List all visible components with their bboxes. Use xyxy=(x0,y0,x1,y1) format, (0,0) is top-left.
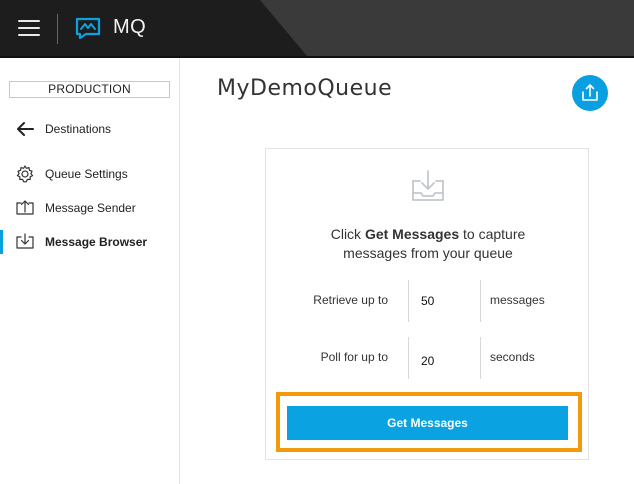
top-bar: MQ xyxy=(0,0,634,58)
top-bar-decoration xyxy=(260,0,634,58)
download-tray-icon xyxy=(16,233,34,249)
retrieve-unit: messages xyxy=(490,293,545,307)
page-title: MyDemoQueue xyxy=(217,76,393,101)
active-indicator xyxy=(0,230,3,254)
nav-item-label: Queue Settings xyxy=(45,167,128,181)
export-upload-icon xyxy=(582,84,598,101)
get-messages-button[interactable]: Get Messages xyxy=(287,406,568,440)
hint-suffix: to capture xyxy=(459,226,526,242)
field-divider xyxy=(408,280,409,322)
gear-icon xyxy=(16,165,34,183)
nav-item-label: Destinations xyxy=(45,122,112,136)
hint-prefix: Click xyxy=(330,226,365,242)
export-button[interactable] xyxy=(572,75,608,111)
mq-logo-icon xyxy=(75,17,101,40)
sidebar: PRODUCTION Destinations Queue Settings M… xyxy=(0,58,180,484)
arrow-left-icon xyxy=(17,122,34,136)
retrieve-row: Retrieve up to messages xyxy=(266,280,590,322)
sidebar-item-message-browser[interactable]: Message Browser xyxy=(0,230,179,254)
upload-tray-icon xyxy=(16,200,34,215)
nav-item-label: Message Browser xyxy=(45,235,148,249)
hint-line2: messages from your queue xyxy=(343,245,513,261)
hint-action: Get Messages xyxy=(364,226,460,242)
hamburger-line xyxy=(18,34,40,36)
poll-seconds-input[interactable] xyxy=(421,352,471,370)
app-brand: MQ xyxy=(113,16,147,38)
sidebar-item-queue-settings[interactable]: Queue Settings xyxy=(0,162,179,186)
poll-unit: seconds xyxy=(490,350,535,364)
sidebar-item-message-sender[interactable]: Message Sender xyxy=(0,196,179,220)
inbox-download-icon xyxy=(412,170,444,201)
nav-item-label: Message Sender xyxy=(45,201,136,215)
retrieve-label: Retrieve up to xyxy=(313,293,388,307)
capture-hint: Click Get Messages to capture messages f… xyxy=(266,225,590,263)
header-divider xyxy=(57,14,58,44)
field-divider xyxy=(480,337,481,379)
retrieve-count-input[interactable] xyxy=(421,292,471,310)
poll-label: Poll for up to xyxy=(320,350,388,364)
field-divider xyxy=(408,337,409,379)
environment-badge: PRODUCTION xyxy=(9,81,170,98)
hamburger-line xyxy=(18,20,40,22)
poll-row: Poll for up to seconds xyxy=(266,337,590,379)
hamburger-menu-icon[interactable] xyxy=(18,18,40,36)
hamburger-line xyxy=(18,27,40,29)
nav-back-destinations[interactable]: Destinations xyxy=(0,117,179,141)
field-divider xyxy=(480,280,481,322)
